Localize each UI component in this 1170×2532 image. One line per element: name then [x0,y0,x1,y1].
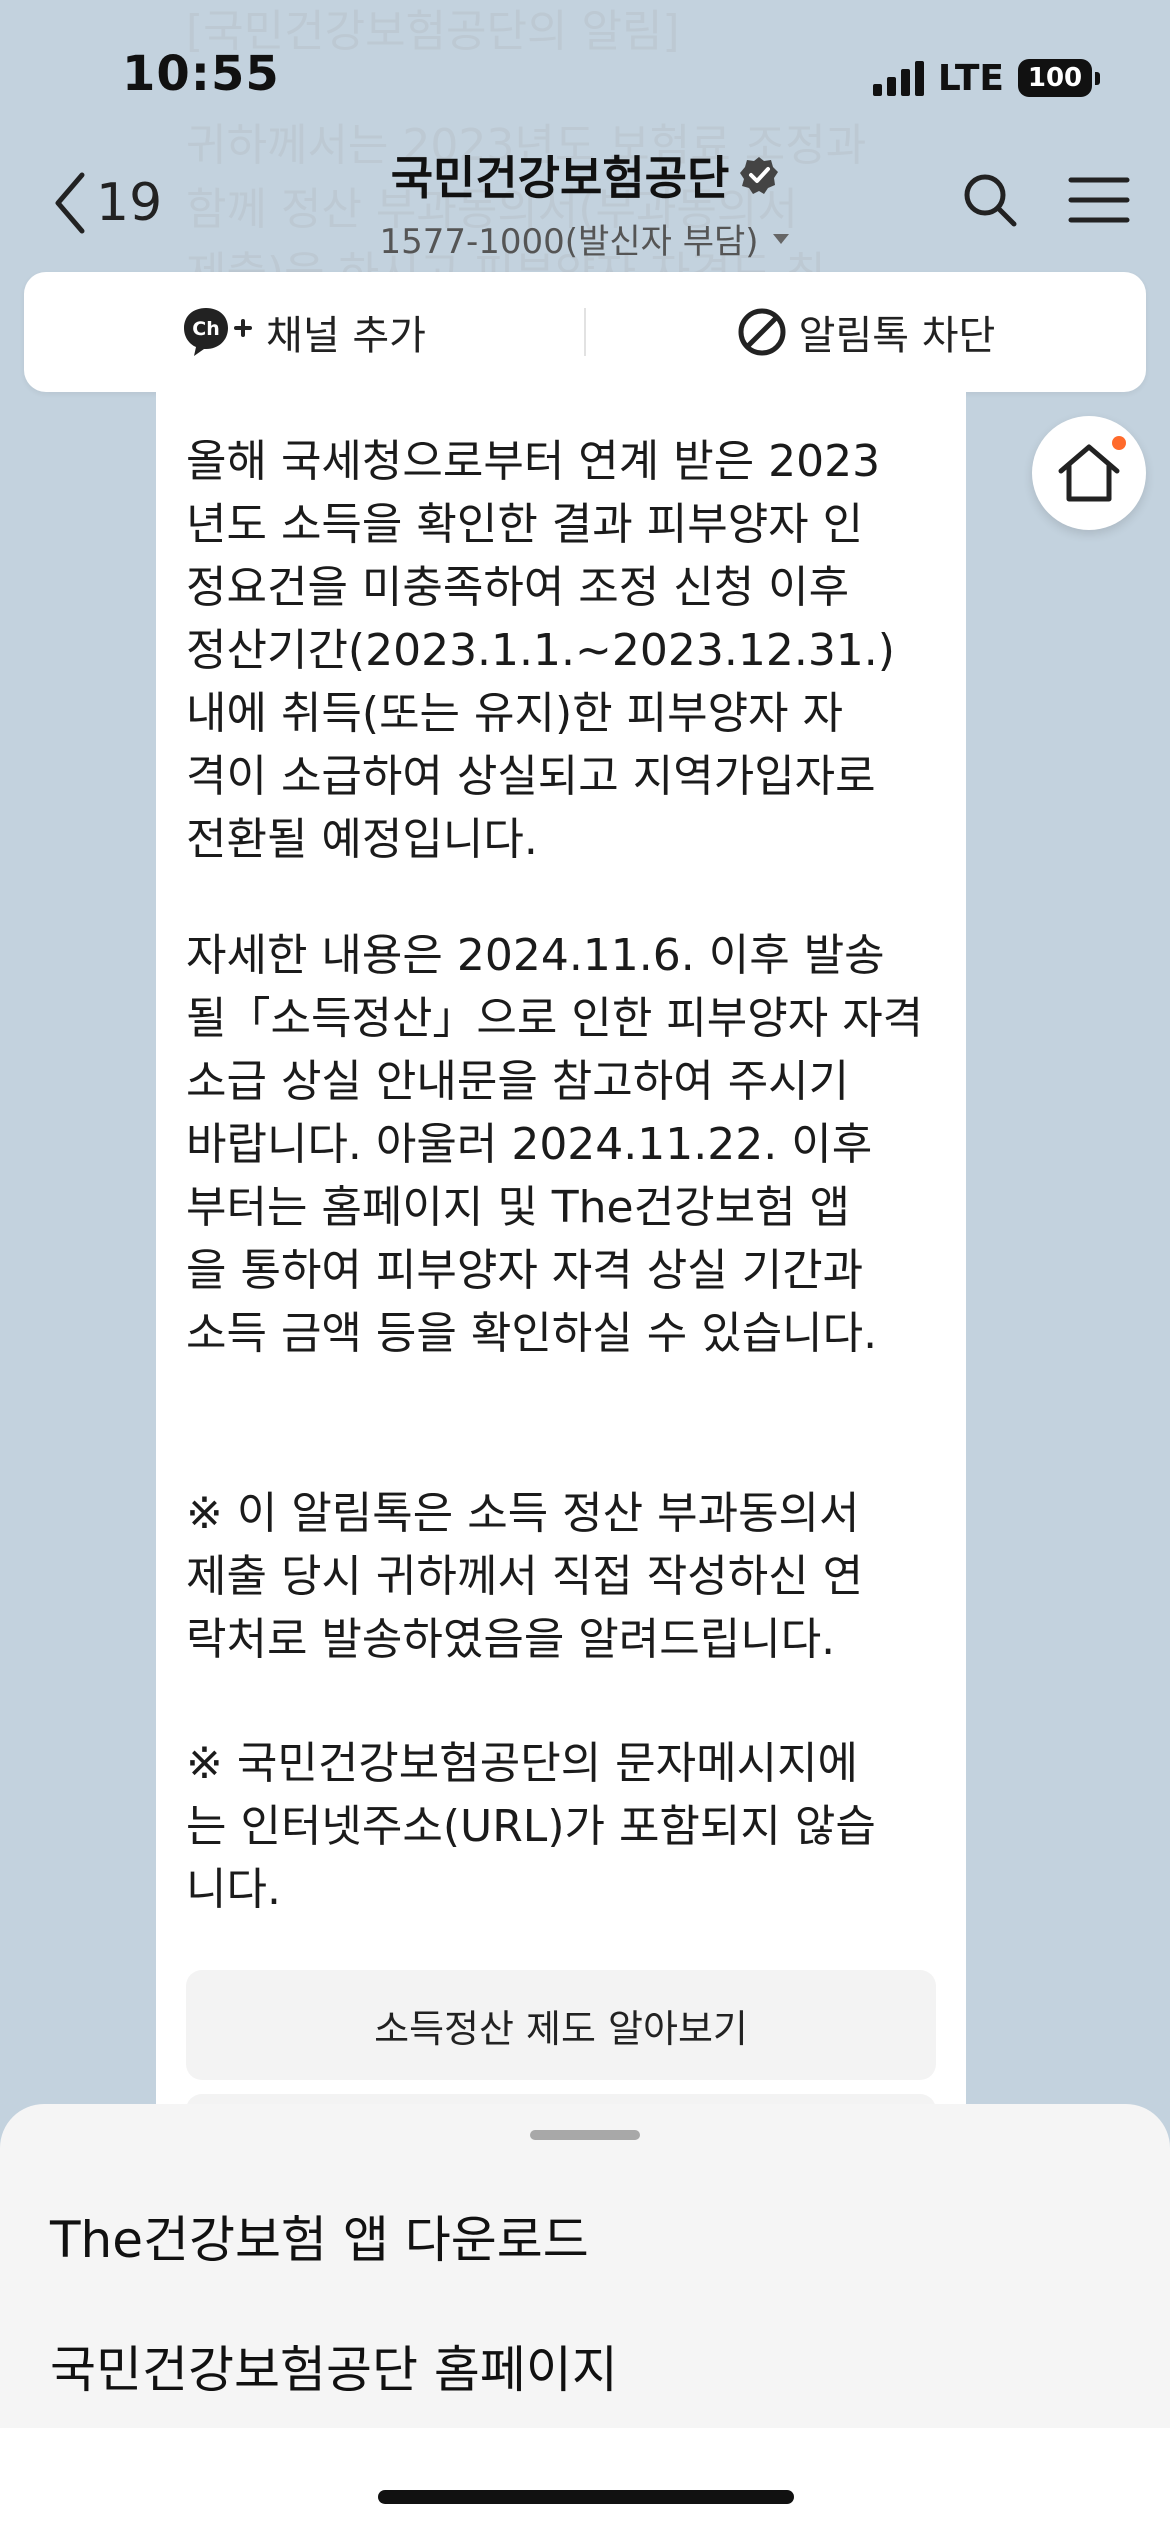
message-line: 소득 금액 등을 확인하실 수 있습니다. [186,1308,878,1359]
chat-header: 19 국민건강보험공단 1577-1000(발신자 부담) [0,130,1170,270]
channel-add-icon: Ch [184,308,253,356]
background-line: [국민건강보험공단의 알림] [186,6,680,57]
sheet-drag-handle[interactable] [530,2130,640,2140]
header-actions [960,170,1130,230]
add-channel-button[interactable]: Ch 채널 추가 [24,303,584,361]
search-icon[interactable] [960,170,1020,230]
message-paragraph: 자세한 내용은 2024.11.6. 이후 발송 될「소득정산」으로 인한 피부… [186,924,956,1365]
message-line: 제출 당시 귀하께서 직접 작성하신 연 [186,1551,864,1602]
message-line: 정산기간(2023.1.1.~2023.12.31.) [186,625,895,676]
block-alimtalk-label: 알림톡 차단 [798,313,996,359]
message-line: 될「소득정산」으로 인한 피부양자 자격 [186,993,924,1044]
message-paragraph: ※ 국민건강보험공단의 문자메시지에 는 인터넷주소(URL)가 포함되지 않습… [186,1732,956,1921]
message-bubble: 올해 국세청으로부터 연계 받은 2023 년도 소득을 확인한 결과 피부양자… [156,392,966,2154]
signal-icon [872,60,924,96]
block-icon [738,308,786,356]
guide-button-label: 소득정산 제도 알아보기 [374,2006,748,2051]
message-line: 을 통하여 피부양자 자격 상실 기간과 [186,1245,864,1296]
message-line: 년도 소득을 확인한 결과 피부양자 인 [186,499,864,550]
message-line: 니다. [186,1864,281,1915]
channel-action-bar: Ch 채널 추가 알림톡 차단 [24,272,1146,392]
message-line: 는 인터넷주소(URL)가 포함되지 않습 [186,1801,876,1852]
verified-badge-icon [740,157,779,194]
notification-dot [1112,436,1126,450]
battery-level: 100 [1027,63,1083,93]
homepage-link[interactable]: 국민건강보험공단 홈페이지 [50,2330,618,2402]
message-line: 내에 취득(또는 유지)한 피부양자 자 [186,688,843,739]
message-line: 자세한 내용은 2024.11.6. 이후 발송 [186,930,885,981]
home-indicator[interactable] [378,2490,794,2504]
message-paragraph: ※ 이 알림톡은 소득 정산 부과동의서 제출 당시 귀하께서 직접 작성하신 … [186,1482,956,1671]
message-line: 전환될 예정입니다. [186,814,538,865]
menu-icon[interactable] [1068,175,1130,225]
home-indicator-area [0,2428,1170,2532]
income-settlement-guide-button[interactable]: 소득정산 제도 알아보기 [186,1970,936,2080]
message-line: 부터는 홈페이지 및 The건강보험 앱 [186,1182,851,1233]
ch-icon-text: Ch [192,318,219,340]
message-line: 바랍니다. 아울러 2024.11.22. 이후 [186,1119,873,1170]
home-icon [1058,444,1120,502]
app-download-link[interactable]: The건강보험 앱 다운로드 [50,2200,589,2272]
add-channel-label: 채널 추가 [266,313,426,359]
bottom-sheet: The건강보험 앱 다운로드 국민건강보험공단 홈페이지 [0,2104,1170,2532]
channel-name: 국민건강보험공단 [390,151,730,205]
message-line: 격이 소급하여 상실되고 지역가입자로 [186,751,876,802]
channel-phone: 1577-1000(발신자 부담) [379,222,759,262]
message-line: ※ 이 알림톡은 소득 정산 부과동의서 [186,1488,860,1539]
battery-icon: 100 [1018,59,1100,97]
block-alimtalk-button[interactable]: 알림톡 차단 [586,303,1146,361]
status-indicators: LTE 100 [872,56,1100,100]
message-line: 올해 국세청으로부터 연계 받은 2023 [186,436,881,487]
message-line: ※ 국민건강보험공단의 문자메시지에 [186,1738,859,1789]
channel-home-button[interactable] [1032,416,1146,530]
network-label: LTE [937,57,1004,99]
message-line: 락처로 발송하였음을 알려드립니다. [186,1614,836,1665]
message-paragraph: 올해 국세청으로부터 연계 받은 2023 년도 소득을 확인한 결과 피부양자… [186,430,956,871]
message-line: 소급 상실 안내문을 참고하여 주시기 [186,1056,850,1107]
message-line: 정요건을 미충족하여 조정 신청 이후 [186,562,850,613]
caret-down-icon [772,233,789,244]
